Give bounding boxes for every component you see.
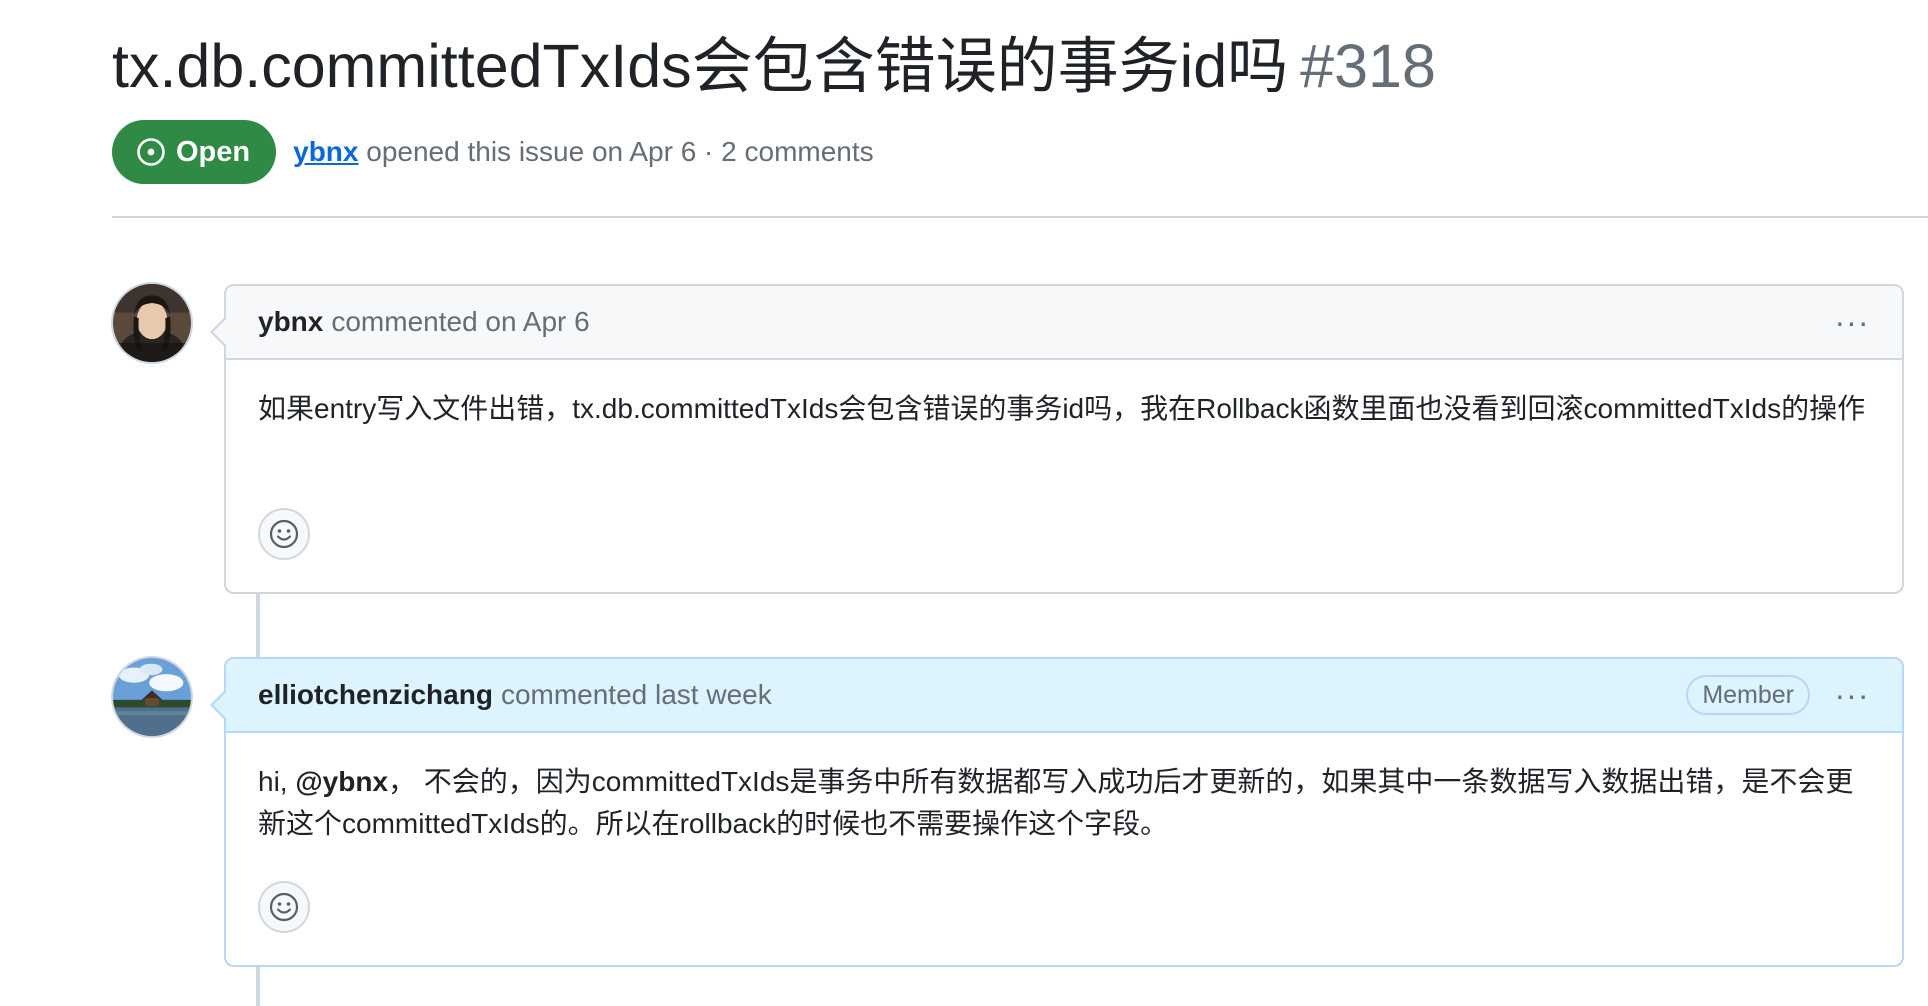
comment-body: hi, @ybnx， 不会的，因为committedTxIds是事务中所有数据都… [226,733,1902,845]
issue-author-link[interactable]: ybnx [293,136,358,167]
smiley-icon [269,892,299,922]
comment-pointer [210,689,227,721]
comment-timestamp[interactable]: commented on Apr 6 [331,306,589,338]
comment-card: elliotchenzichang commented last week Me… [210,657,1904,967]
kebab-horizontal-icon[interactable]: ··· [1832,675,1872,715]
header-divider [112,216,1928,218]
comment-author[interactable]: ybnx [258,306,323,338]
comment-card: ybnx commented on Apr 6 ··· 如果entry写入文件出… [210,284,1904,594]
add-reaction-button[interactable] [258,508,310,560]
comment-header: elliotchenzichang commented last week Me… [226,659,1902,733]
comment-text: 如果entry写入文件出错，tx.db.committedTxIds会包含错误的… [258,393,1866,424]
state-label: Open [176,135,251,168]
user-mention-link[interactable]: @ybnx [295,766,388,797]
avatar-ybnx-image [113,284,191,362]
member-badge: Member [1686,675,1810,715]
comment-pointer [210,316,227,348]
issue-title-text: tx.db.committedTxIds会包含错误的事务id吗 [112,32,1289,100]
smiley-icon [269,519,299,549]
avatar-elliotchenzichang-image [113,658,191,736]
issue-meta-text: ybnx opened this issue on Apr 6 · 2 comm… [293,136,874,168]
issue-opened-icon [137,138,165,166]
avatar-ybnx[interactable] [111,282,193,364]
issue-title: tx.db.committedTxIds会包含错误的事务id吗 #318 [112,26,1436,106]
timeline-connector [256,590,260,658]
timeline-connector [256,966,260,1006]
comment-body: 如果entry写入文件出错，tx.db.committedTxIds会包含错误的… [226,360,1902,430]
comment-text-prefix: hi, [258,766,296,797]
issue-page: tx.db.committedTxIds会包含错误的事务id吗 #318 Open… [0,0,1928,1006]
add-reaction-button[interactable] [258,881,310,933]
comment-author[interactable]: elliotchenzichang [258,679,493,711]
comment-header: ybnx commented on Apr 6 ··· [226,286,1902,360]
state-badge: Open [112,120,277,184]
issue-number: #318 [1300,32,1436,100]
avatar-elliotchenzichang[interactable] [111,656,193,738]
comment-text: hi, @ybnx， 不会的，因为committedTxIds是事务中所有数据都… [258,761,1870,845]
comment-text-rest: ， 不会的，因为committedTxIds是事务中所有数据都写入成功后才更新的… [258,766,1854,839]
issue-meta-suffix: opened this issue on Apr 6 · 2 comments [366,136,874,167]
kebab-horizontal-icon[interactable]: ··· [1832,302,1872,342]
comment-timestamp[interactable]: commented last week [501,679,772,711]
issue-meta: Open ybnx opened this issue on Apr 6 · 2… [112,120,874,184]
